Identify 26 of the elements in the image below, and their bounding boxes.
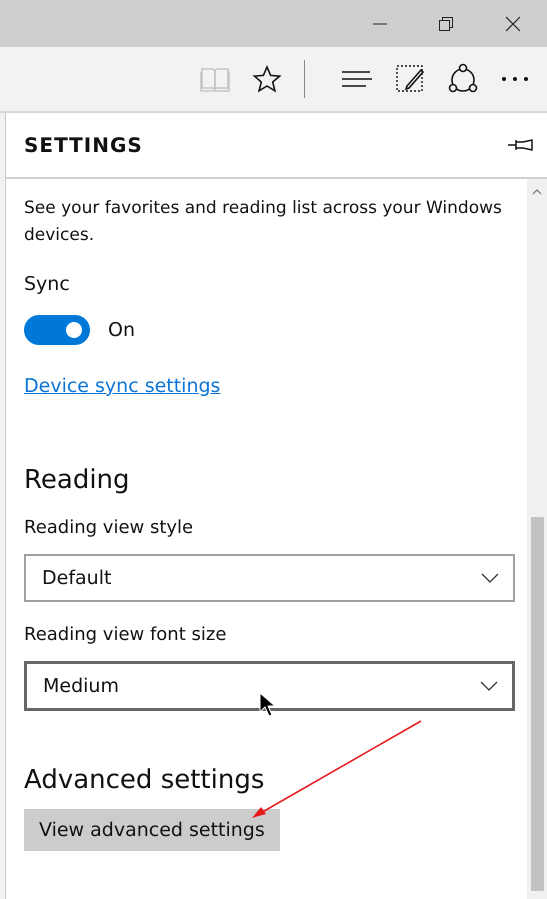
star-icon[interactable] bbox=[252, 65, 282, 93]
chevron-down-icon bbox=[481, 573, 499, 583]
more-icon[interactable] bbox=[501, 76, 529, 82]
pin-icon[interactable] bbox=[507, 138, 533, 152]
close-icon[interactable] bbox=[505, 16, 521, 32]
panel-title: SETTINGS bbox=[24, 133, 143, 157]
device-sync-link[interactable]: Device sync settings bbox=[24, 375, 220, 397]
toggle-state-text: On bbox=[108, 319, 135, 341]
section-heading: Advanced settings bbox=[24, 765, 266, 795]
scroll-up-icon[interactable] bbox=[532, 189, 542, 195]
hub-icon[interactable] bbox=[341, 69, 373, 89]
field-label: Reading view font size bbox=[24, 624, 228, 645]
scrollbar-thumb[interactable] bbox=[530, 517, 544, 891]
mouse-pointer-icon bbox=[259, 692, 275, 718]
description-text: See your favorites and reading list across your Windows devices. bbox=[24, 197, 503, 247]
sync-toggle[interactable] bbox=[24, 315, 90, 345]
field-label: Reading view style bbox=[24, 517, 194, 538]
view-advanced-settings-button[interactable]: View advanced settings bbox=[24, 809, 280, 851]
dropdown[interactable]: Medium bbox=[24, 661, 515, 711]
field-label: Sync bbox=[24, 273, 71, 295]
chevron-down-icon bbox=[480, 681, 498, 691]
web-note-icon[interactable] bbox=[395, 64, 425, 94]
restore-icon[interactable] bbox=[439, 16, 453, 30]
share-icon[interactable] bbox=[447, 63, 479, 95]
section-heading: Reading bbox=[24, 465, 131, 495]
dropdown[interactable]: Default bbox=[24, 554, 515, 602]
